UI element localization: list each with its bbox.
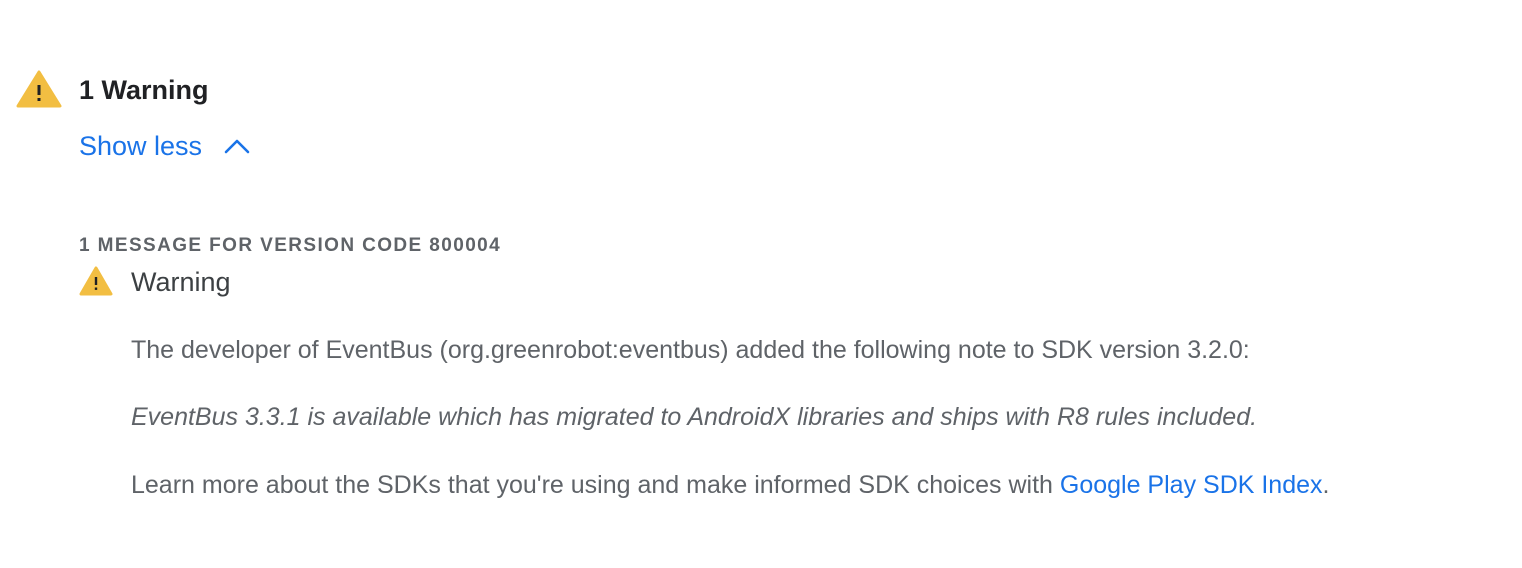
sdk-index-prefix: Learn more about the SDKs that you're us… [131,471,1060,499]
message-title: Warning [131,267,231,297]
sdk-index-suffix: . [1322,471,1330,499]
warning-triangle-icon [16,70,62,108]
chevron-up-icon [224,138,250,154]
warning-triangle-icon [79,266,113,296]
developer-note-quote: EventBus 3.3.1 is available which has mi… [131,403,1258,431]
sdk-index-paragraph: Learn more about the SDKs that you're us… [131,468,1329,502]
version-code-heading: 1 MESSAGE FOR VERSION CODE 800004 [79,235,502,256]
google-play-sdk-index-link[interactable]: Google Play SDK Index [1060,471,1323,499]
warning-count-title: 1 Warning [79,75,209,105]
show-less-label: Show less [79,131,203,161]
developer-note-intro: The developer of EventBus (org.greenrobo… [131,336,1250,364]
show-less-toggle[interactable]: Show less [79,128,250,164]
